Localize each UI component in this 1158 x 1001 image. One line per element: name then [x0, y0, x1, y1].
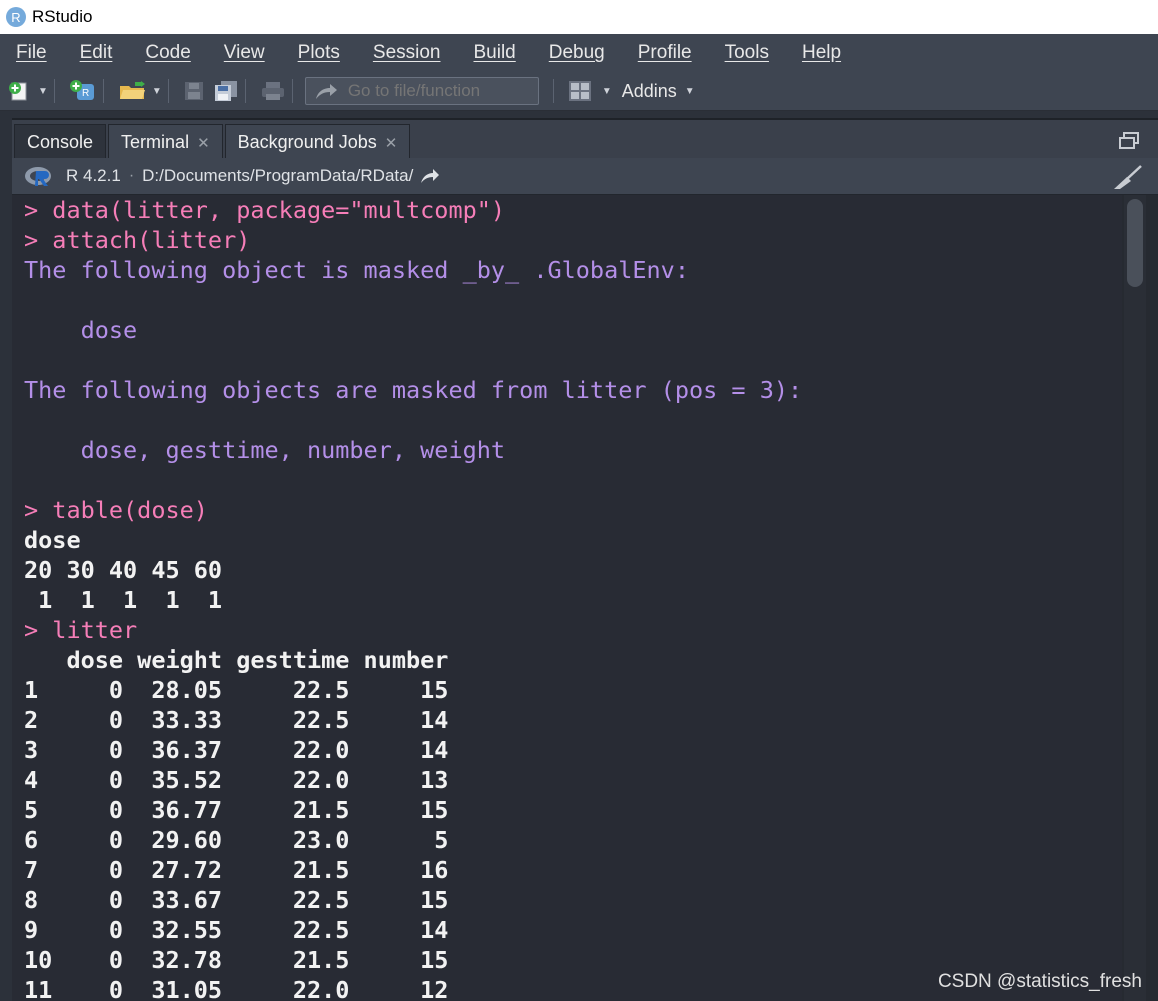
working-directory-path: D:/Documents/ProgramData/RData/: [142, 166, 414, 185]
go-to-file-function-input[interactable]: [345, 80, 530, 102]
console-output-line: 3 0 36.37 22.0 14: [24, 736, 449, 764]
console-output-line: 2 0 33.33 22.5 14: [24, 706, 449, 734]
new-project-button[interactable]: R: [69, 79, 97, 103]
console-message-line: dose, gesttime, number, weight: [24, 436, 506, 464]
console-message-line: [24, 405, 1122, 435]
addins-chevron-down-icon[interactable]: ▼: [685, 86, 695, 97]
chevron-down-icon[interactable]: ▼: [602, 86, 612, 97]
console-command-line: > litter: [24, 616, 138, 644]
pane-tab-bar: Console Terminal ✕ Background Jobs ✕: [12, 118, 1158, 160]
tab-console[interactable]: Console: [14, 124, 107, 160]
console-output-line: 5 0 36.77 21.5 15: [24, 796, 449, 824]
close-icon[interactable]: ✕: [385, 134, 398, 152]
menu-edit[interactable]: Edit: [80, 42, 113, 64]
grid-layout-icon: [568, 81, 591, 101]
r-logo-icon: [25, 167, 51, 186]
menu-code[interactable]: Code: [145, 42, 190, 64]
toolbar-divider: [244, 79, 246, 103]
new-file-icon: [9, 82, 27, 101]
workspace-panes-button[interactable]: ▼: [568, 80, 612, 102]
print-icon: [261, 82, 284, 100]
chevron-down-icon[interactable]: ▼: [152, 86, 162, 97]
console-output[interactable]: > data(litter, package="multcomp") > atta…: [12, 195, 1122, 1001]
console-message-line: The following object is masked _by_ .Glo…: [24, 256, 689, 284]
toolbar-divider: [552, 79, 554, 103]
tab-terminal[interactable]: Terminal ✕: [108, 124, 223, 160]
save-button[interactable]: [183, 80, 205, 102]
console-info-bar: R 4.2.1 · D:/Documents/ProgramData/RData…: [12, 158, 1158, 195]
new-project-icon: R: [69, 80, 94, 100]
menu-view[interactable]: View: [224, 42, 265, 64]
tab-label: Terminal: [121, 132, 190, 152]
menu-session[interactable]: Session: [373, 42, 441, 64]
console-output-line: 9 0 32.55 22.5 14: [24, 916, 449, 944]
tab-background-jobs[interactable]: Background Jobs ✕: [224, 124, 411, 160]
save-icon: [184, 82, 203, 100]
menu-build[interactable]: Build: [474, 42, 516, 64]
console-output-line: 7 0 27.72 21.5 16: [24, 856, 449, 884]
rstudio-logo-icon: R: [6, 7, 26, 27]
console-output-line: 20 30 40 45 60: [24, 556, 223, 584]
console-pane: Console Terminal ✕ Background Jobs ✕ R 4…: [12, 118, 1158, 1001]
title-bar: R RStudio: [0, 0, 1158, 34]
menu-profile[interactable]: Profile: [638, 42, 692, 64]
toolbar-divider: [53, 79, 55, 103]
info-separator: ·: [128, 167, 135, 184]
console-output-line: 8 0 33.67 22.5 15: [24, 886, 449, 914]
toolbar: ▼ R ▼ Go to file/function ▼ Addins ▼: [0, 72, 1158, 111]
close-icon[interactable]: ✕: [197, 134, 210, 152]
console-command-line: > table(dose): [24, 496, 208, 524]
console-scrollbar[interactable]: [1124, 195, 1146, 1001]
save-all-icon: [214, 81, 237, 101]
print-button[interactable]: [260, 80, 286, 102]
console-output-line: 6 0 29.60 23.0 5: [24, 826, 449, 854]
scrollbar-thumb[interactable]: [1127, 199, 1143, 287]
restore-pane-icon[interactable]: [1118, 132, 1140, 155]
console-message-line: [24, 465, 1122, 495]
console-message-line: [24, 345, 1122, 375]
toolbar-divider: [167, 79, 169, 103]
menu-bar: File Edit Code View Plots Session Build …: [0, 34, 1158, 72]
console-output-line: dose weight gesttime number: [24, 646, 449, 674]
addins-menu[interactable]: Addins: [622, 81, 677, 102]
clear-console-broom-icon[interactable]: [1112, 164, 1144, 190]
console-output-line: dose: [24, 526, 81, 554]
menu-help[interactable]: Help: [802, 42, 841, 64]
r-version-label: R 4.2.1: [66, 166, 121, 185]
console-message-line: The following objects are masked from li…: [24, 376, 803, 404]
console-message-line: [24, 285, 1122, 315]
toolbar-divider: [102, 79, 104, 103]
open-folder-icon: [119, 81, 145, 99]
console-output-line: 1 1 1 1 1: [24, 586, 223, 614]
go-to-arrow-icon: [315, 84, 337, 99]
console-output-line: 4 0 35.52 22.0 13: [24, 766, 449, 794]
go-to-file-function-box[interactable]: [304, 77, 539, 105]
console-command-line: > attach(litter): [24, 226, 251, 254]
menu-tools[interactable]: Tools: [725, 42, 769, 64]
go-to-directory-icon[interactable]: [419, 167, 441, 185]
new-file-button[interactable]: ▼: [8, 80, 48, 102]
watermark: CSDN @statistics_fresh: [937, 971, 1142, 992]
menu-plots[interactable]: Plots: [298, 42, 340, 64]
menu-file[interactable]: File: [16, 42, 47, 64]
console-output-line: 1 0 28.05 22.5 15: [24, 676, 449, 704]
tab-label: Background Jobs: [237, 132, 377, 152]
toolbar-divider: [291, 79, 293, 103]
menu-debug[interactable]: Debug: [549, 42, 605, 64]
window-title: RStudio: [32, 7, 93, 26]
console-message-line: dose: [24, 316, 138, 344]
svg-text:R: R: [82, 88, 89, 99]
save-all-button[interactable]: [213, 80, 239, 102]
console-command-line: > data(litter, package="multcomp"): [24, 196, 506, 224]
chevron-down-icon[interactable]: ▼: [38, 86, 48, 97]
open-file-button[interactable]: ▼: [118, 80, 162, 102]
tab-label: Console: [27, 132, 94, 152]
